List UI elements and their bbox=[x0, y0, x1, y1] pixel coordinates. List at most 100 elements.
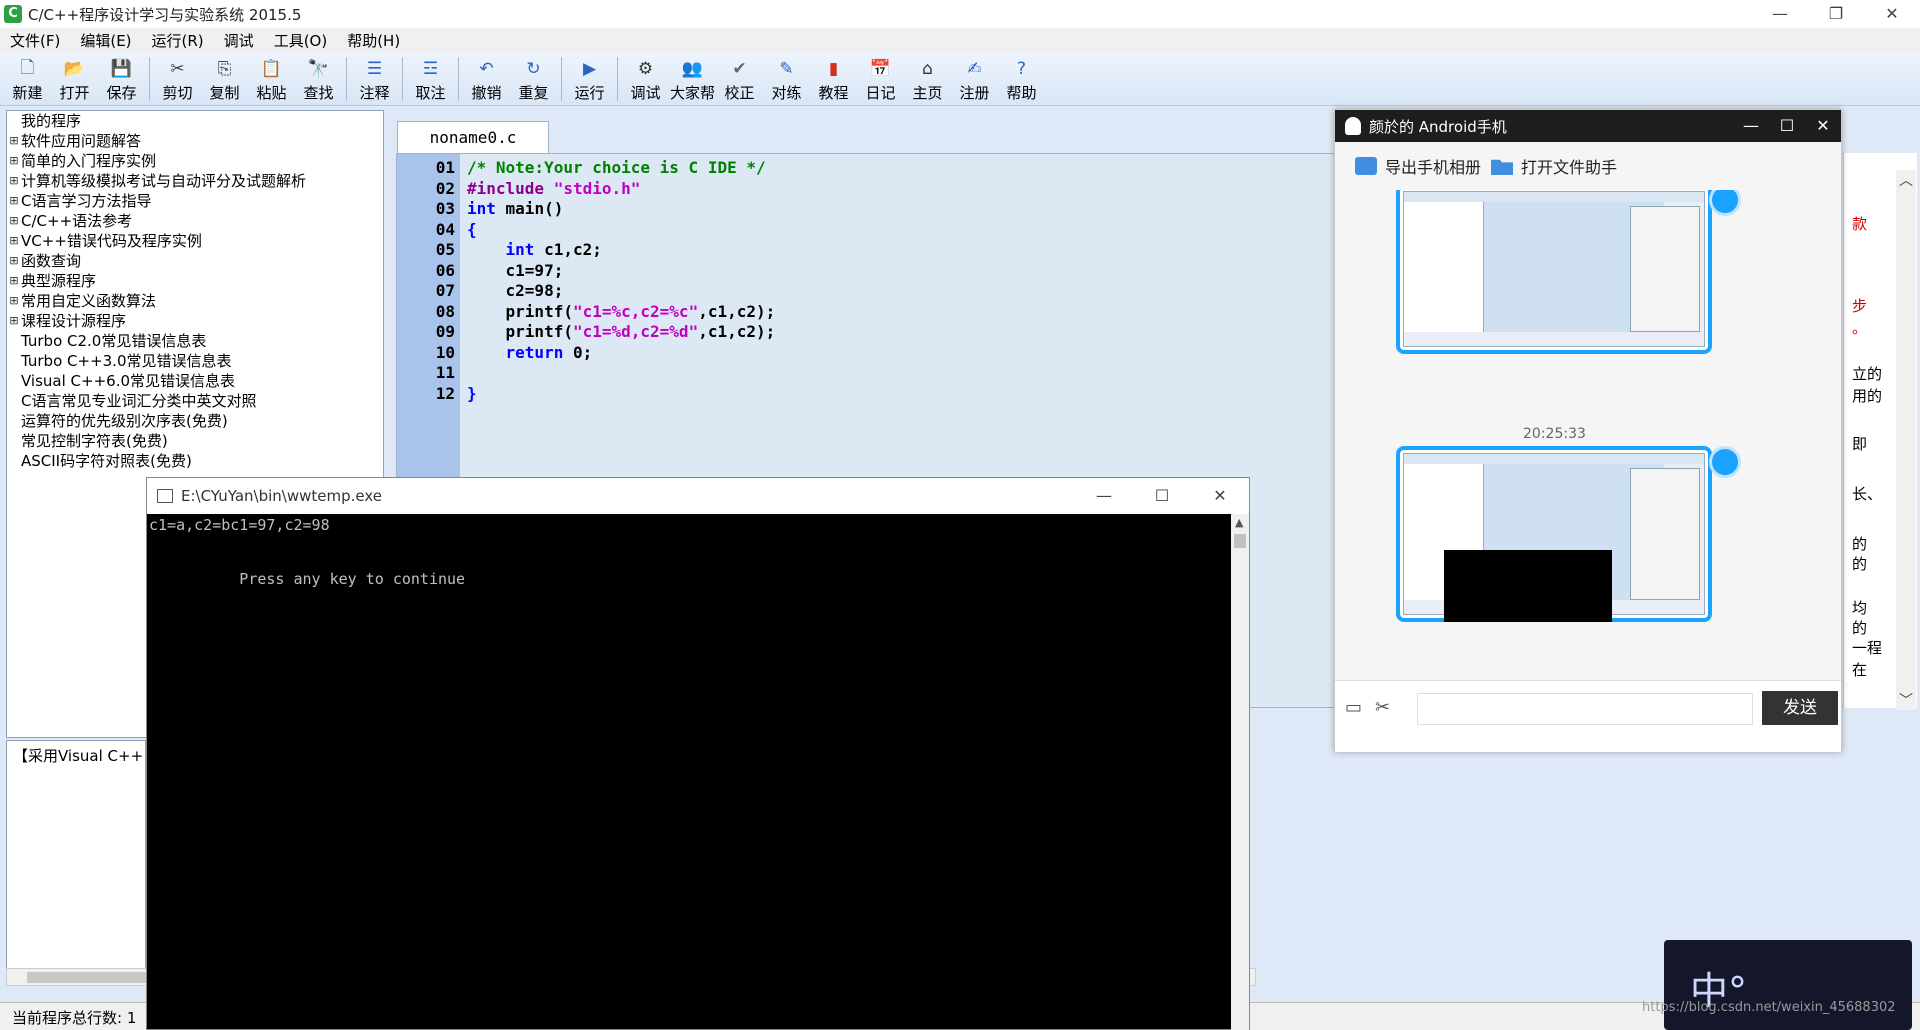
send-button[interactable]: 发送 bbox=[1762, 691, 1838, 725]
tree-item[interactable]: ⊞ 常用自定义函数算法 bbox=[7, 291, 383, 311]
toolbar-diary-button[interactable]: 📅 日记 bbox=[857, 52, 904, 106]
toolbar-redo-button[interactable]: ↻ 重复 bbox=[510, 52, 557, 106]
toolbar-paste-button[interactable]: 📋 粘贴 bbox=[248, 52, 295, 106]
code-line[interactable]: printf("c1=%c,c2=%c",c1,c2); bbox=[467, 301, 776, 321]
line-number: 09 bbox=[435, 322, 455, 341]
expand-icon[interactable]: ⊞ bbox=[7, 311, 21, 331]
expand-icon[interactable]: ⊞ bbox=[7, 251, 21, 271]
tree-item[interactable]: C语言常见专业词汇分类中英文对照 bbox=[7, 391, 383, 411]
toolbar-cut-button[interactable]: ✂ 剪切 bbox=[154, 52, 201, 106]
screenshot-message[interactable] bbox=[1396, 446, 1712, 622]
tree-item[interactable]: Turbo C2.0常见错误信息表 bbox=[7, 331, 383, 351]
tree-item[interactable]: ⊞ C语言学习方法指导 bbox=[7, 191, 383, 211]
expand-icon[interactable]: ⊞ bbox=[7, 171, 21, 191]
open-file-helper-button[interactable]: 打开文件助手 bbox=[1491, 154, 1617, 178]
qq-chat-window[interactable]: 颜於的 Android手机 — ☐ ✕ 导出手机相册 打开文件助手 20:25:… bbox=[1334, 109, 1842, 752]
menu-item-1[interactable]: 编辑(E) bbox=[70, 30, 141, 51]
code-line[interactable]: /* Note:Your choice is C IDE */ bbox=[467, 158, 766, 177]
tab-noname0[interactable]: noname0.c bbox=[397, 121, 549, 153]
tree-item[interactable]: 运算符的优先级别次序表(免费) bbox=[7, 411, 383, 431]
code-line[interactable]: { bbox=[467, 220, 477, 239]
toolbar-check-button[interactable]: ✔ 校正 bbox=[716, 52, 763, 106]
expand-icon[interactable]: ⊞ bbox=[7, 231, 21, 251]
minimize-icon[interactable]: — bbox=[1733, 110, 1769, 142]
code-token: printf( bbox=[467, 301, 573, 321]
tree-item[interactable]: ⊞ C/C++语法参考 bbox=[7, 211, 383, 231]
toolbar-tutorial-button[interactable]: ▮ 教程 bbox=[810, 52, 857, 106]
expand-icon[interactable]: ⊞ bbox=[7, 211, 21, 231]
code-line[interactable]: return 0; bbox=[467, 343, 593, 362]
menu-item-4[interactable]: 工具(O) bbox=[264, 30, 338, 51]
code-line[interactable]: c2=98; bbox=[467, 281, 564, 300]
toolbar-copy-button[interactable]: ⎘ 复制 bbox=[201, 52, 248, 106]
tree-item[interactable]: ASCII码字符对照表(免费) bbox=[7, 451, 383, 471]
maximize-icon[interactable]: ☐ bbox=[1769, 110, 1805, 142]
message-input[interactable] bbox=[1417, 693, 1753, 725]
export-album-button[interactable]: 导出手机相册 bbox=[1355, 154, 1481, 178]
minimize-icon[interactable]: — bbox=[1075, 478, 1133, 514]
tree-item[interactable]: ⊞ 课程设计源程序 bbox=[7, 311, 383, 331]
tree-item[interactable]: ⊞ VC++错误代码及程序实例 bbox=[7, 231, 383, 251]
screenshot-message[interactable] bbox=[1396, 190, 1712, 354]
toolbar-debug-button[interactable]: ⚙ 调试 bbox=[622, 52, 669, 106]
toolbar-run-button[interactable]: ▶ 运行 bbox=[566, 52, 613, 106]
console-window[interactable]: E:\CYuYan\bin\wwtemp.exe — ☐ ✕ c1=a,c2=b… bbox=[146, 477, 1250, 1030]
open-file-helper-label: 打开文件助手 bbox=[1521, 158, 1618, 177]
expand-icon[interactable]: ⊞ bbox=[7, 191, 21, 211]
toolbar-save-button[interactable]: 💾 保存 bbox=[98, 52, 145, 106]
menu-item-3[interactable]: 调试 bbox=[214, 30, 264, 51]
toolbar-undo-button[interactable]: ↶ 撤销 bbox=[463, 52, 510, 106]
qq-message-area[interactable]: 20:25:33 bbox=[1335, 190, 1841, 680]
tree-item[interactable]: ⊞ 函数查询 bbox=[7, 251, 383, 271]
code-line[interactable]: printf("c1=%d,c2=%d",c1,c2); bbox=[467, 322, 776, 341]
menu-item-0[interactable]: 文件(F) bbox=[0, 30, 70, 51]
toolbar-help-button[interactable]: ? 帮助 bbox=[998, 52, 1045, 106]
toolbar-separator bbox=[402, 57, 403, 101]
toolbar-community-button[interactable]: 👥 大家帮 bbox=[669, 52, 716, 106]
close-icon[interactable]: ✕ bbox=[1805, 110, 1841, 142]
scroll-thumb[interactable] bbox=[1234, 534, 1246, 548]
menu-item-5[interactable]: 帮助(H) bbox=[337, 30, 410, 51]
tree-item[interactable]: 我的程序 bbox=[7, 111, 383, 131]
expand-icon[interactable]: ⊞ bbox=[7, 131, 21, 151]
code-line[interactable]: int main() bbox=[467, 199, 563, 218]
close-icon[interactable]: ✕ bbox=[1191, 478, 1249, 514]
scroll-up-icon[interactable]: ▲ bbox=[1235, 516, 1243, 529]
code-token: "c1=%d,c2=%d" bbox=[572, 322, 699, 341]
minimize-icon[interactable]: — bbox=[1752, 0, 1808, 28]
expand-icon[interactable]: ⊞ bbox=[7, 291, 21, 311]
tree-item[interactable]: ⊞ 典型源程序 bbox=[7, 271, 383, 291]
scroll-up-icon[interactable]: ︿ bbox=[1899, 170, 1913, 190]
toolbar-open-folder-button[interactable]: 📂 打开 bbox=[51, 52, 98, 106]
toolbar-practice-button[interactable]: ✎ 对练 bbox=[763, 52, 810, 106]
maximize-icon[interactable]: ☐ bbox=[1133, 478, 1191, 514]
toolbar-home-button[interactable]: ⌂ 主页 bbox=[904, 52, 951, 106]
tree-item[interactable]: ⊞ 简单的入门程序实例 bbox=[7, 151, 383, 171]
help-scrollbar[interactable]: ︿ ﹀ bbox=[1896, 170, 1916, 710]
console-scrollbar[interactable]: ▲ bbox=[1231, 514, 1249, 1030]
code-line[interactable]: c1=97; bbox=[467, 261, 564, 280]
toolbar-comment-button[interactable]: ☰ 注释 bbox=[351, 52, 398, 106]
tree-item[interactable]: 常见控制字符表(免费) bbox=[7, 431, 383, 451]
scissors-icon[interactable]: ✂ bbox=[1375, 697, 1397, 719]
tree-item[interactable]: Visual C++6.0常见错误信息表 bbox=[7, 371, 383, 391]
tree-item[interactable]: ⊞ 软件应用问题解答 bbox=[7, 131, 383, 151]
scroll-down-icon[interactable]: ﹀ bbox=[1899, 690, 1913, 710]
code-line[interactable]: int c1,c2; bbox=[467, 240, 602, 259]
toolbar-uncomment-button[interactable]: ☲ 取注 bbox=[407, 52, 454, 106]
menu-item-2[interactable]: 运行(R) bbox=[142, 30, 214, 51]
toolbar-register-button[interactable]: ✍ 注册 bbox=[951, 52, 998, 106]
help-text-fragment: 款 bbox=[1852, 215, 1868, 233]
tree-item[interactable]: ⊞ 计算机等级模拟考试与自动评分及试题解析 bbox=[7, 171, 383, 191]
toolbar-new-file-button[interactable]: 🗋 新建 bbox=[4, 52, 51, 106]
folder-icon[interactable]: ▭ bbox=[1345, 697, 1367, 719]
restore-icon[interactable]: ❐ bbox=[1808, 0, 1864, 28]
toolbar-find-button[interactable]: 🔭 查找 bbox=[295, 52, 342, 106]
code-line[interactable]: } bbox=[467, 384, 477, 403]
message-timestamp: 20:25:33 bbox=[1523, 426, 1586, 442]
expand-icon[interactable]: ⊞ bbox=[7, 151, 21, 171]
close-icon[interactable]: ✕ bbox=[1864, 0, 1920, 28]
tree-item[interactable]: Turbo C++3.0常见错误信息表 bbox=[7, 351, 383, 371]
code-line[interactable]: #include "stdio.h" bbox=[467, 179, 640, 198]
expand-icon[interactable]: ⊞ bbox=[7, 271, 21, 291]
